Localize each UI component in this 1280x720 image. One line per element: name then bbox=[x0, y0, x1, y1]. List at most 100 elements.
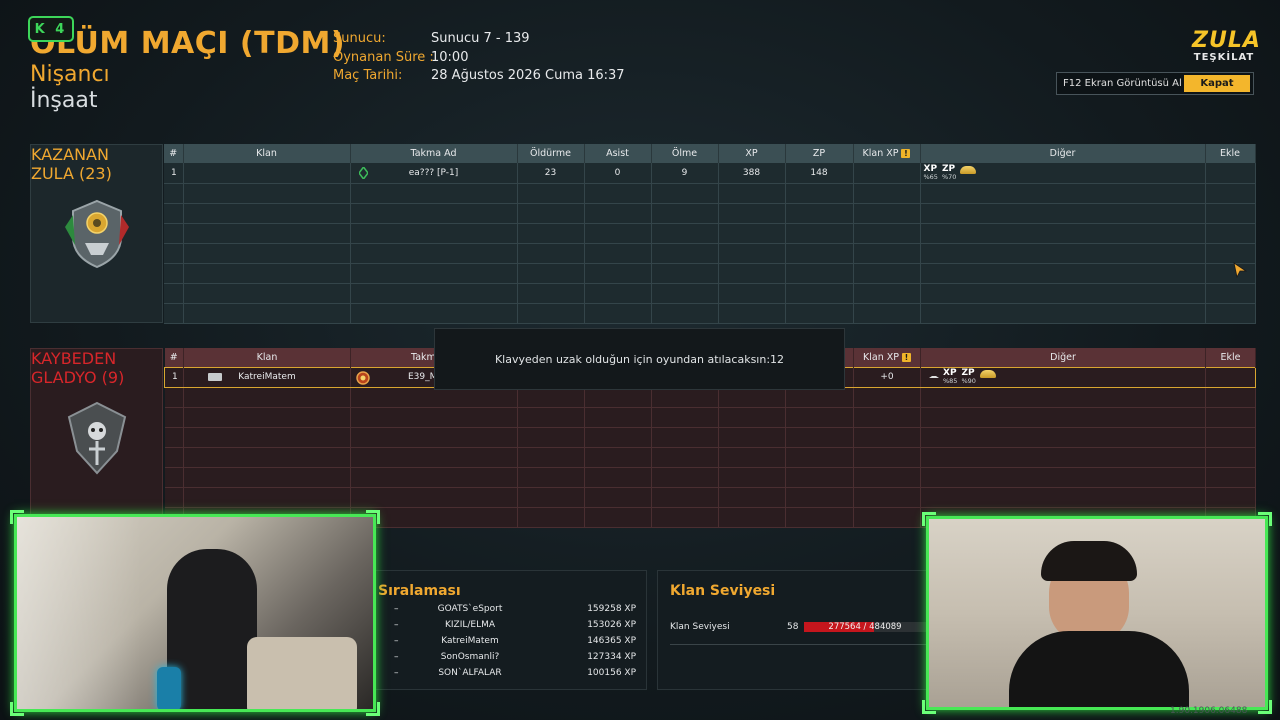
clan-level-number: 58 bbox=[787, 622, 799, 632]
vip-wings-icon bbox=[960, 165, 977, 174]
row-add[interactable] bbox=[1205, 163, 1256, 184]
col-kills: Öldürme bbox=[517, 144, 585, 163]
list-item: – SON`ALFALAR 100156 XP bbox=[380, 668, 636, 684]
table-row bbox=[164, 303, 1256, 324]
row-zp: 148 bbox=[785, 163, 854, 184]
xp-boost-pct: %85 bbox=[943, 377, 958, 385]
zp-boost: ZP %90 bbox=[961, 369, 976, 386]
row-add[interactable] bbox=[1205, 366, 1256, 388]
xp-boost: XP %85 bbox=[943, 369, 958, 386]
row-rank: 1 bbox=[164, 366, 184, 388]
col-rank: # bbox=[164, 348, 184, 367]
loser-team-card: KAYBEDEN GLADYO (9) bbox=[30, 348, 163, 528]
table-row[interactable]: 1 ea??? [P-1] 23 0 9 388 148 XP %65 ZP %70 bbox=[164, 163, 1256, 184]
col-add: Ekle bbox=[1205, 348, 1256, 367]
clan-level-progress-text: 277564 / 484089 bbox=[828, 622, 902, 632]
row-clan-xp bbox=[853, 163, 921, 184]
loser-team-name: GLADYO (9) bbox=[31, 368, 125, 387]
col-nickname: Takma Ad bbox=[350, 144, 518, 163]
winner-team-card: KAZANAN ZULA (23) bbox=[30, 144, 163, 323]
rank-clan-xp: 100156 XP bbox=[587, 668, 636, 678]
col-assists: Asist bbox=[584, 144, 652, 163]
rank-clan-xp: 159258 XP bbox=[587, 604, 636, 614]
rank-clan-name: KatreiMatem bbox=[441, 636, 499, 646]
rank-clan-name: SonOsmanli? bbox=[440, 652, 500, 662]
date-value: 28 Ağustos 2026 Cuma 16:37 bbox=[431, 68, 625, 83]
rank-position: – bbox=[394, 620, 399, 630]
col-add: Ekle bbox=[1205, 144, 1256, 163]
rank-clan-xp: 127334 XP bbox=[587, 652, 636, 662]
winner-scoreboard: # Klan Takma Ad Öldürme Asist Ölme XP ZP… bbox=[164, 144, 1256, 324]
row-clan-cell: KatreiMatem bbox=[183, 366, 351, 388]
rank-chevron-icon bbox=[357, 165, 369, 182]
col-clan-xp: Klan XP! bbox=[853, 348, 921, 367]
loser-emblem-icon bbox=[63, 401, 131, 475]
afk-warning-dialog: Klavyeden uzak olduğun için oyundan atıl… bbox=[434, 328, 845, 390]
col-clan-xp-label: Klan XP bbox=[863, 351, 899, 363]
speaker-icon bbox=[157, 667, 181, 709]
list-item: – GOATS`eSport 159258 XP bbox=[380, 604, 636, 620]
date-label: Maç Tarihi: bbox=[333, 68, 403, 83]
warning-icon[interactable]: ! bbox=[901, 352, 911, 362]
close-button[interactable]: Kapat bbox=[1184, 75, 1250, 92]
webcam-left bbox=[14, 514, 376, 712]
winner-team-name: ZULA (23) bbox=[31, 164, 112, 183]
screenshot-hint: F12 Ekran Görüntüsü Al bbox=[1063, 78, 1182, 89]
table-row bbox=[164, 243, 1256, 264]
row-kills: 23 bbox=[517, 163, 585, 184]
boost-badges: XP %85 ZP %90 bbox=[929, 369, 996, 385]
table-row bbox=[164, 203, 1256, 224]
col-rank: # bbox=[164, 144, 184, 163]
screenshot-bar: F12 Ekran Görüntüsü Al Kapat bbox=[1056, 72, 1254, 95]
duration-label: Oynanan Süre : bbox=[333, 50, 434, 65]
list-item: – KatreiMatem 146365 XP bbox=[380, 636, 636, 652]
mode-title: ÖLÜM MAÇI (TDM) bbox=[30, 26, 346, 61]
bank-icon bbox=[929, 370, 939, 378]
rank-clan-name: GOATS`eSport bbox=[437, 604, 503, 614]
table-row bbox=[164, 183, 1256, 204]
row-other: XP %85 ZP %90 bbox=[920, 366, 1206, 388]
list-item: – KIZIL/ELMA 153026 XP bbox=[380, 620, 636, 636]
winner-emblem-icon bbox=[63, 197, 131, 271]
duration-value: 10:00 bbox=[431, 50, 469, 65]
col-other: Diğer bbox=[920, 144, 1206, 163]
boost-badges: XP %65 ZP %70 bbox=[924, 164, 977, 181]
warning-icon[interactable]: ! bbox=[901, 149, 911, 158]
col-clan: Klan bbox=[183, 144, 351, 163]
logo-line1: ZULA bbox=[1192, 28, 1261, 53]
winner-header-row: # Klan Takma Ad Öldürme Asist Ölme XP ZP… bbox=[164, 144, 1256, 163]
winner-status: KAZANAN bbox=[31, 145, 109, 164]
table-row bbox=[164, 387, 1256, 408]
row-deaths: 9 bbox=[651, 163, 719, 184]
row-clan bbox=[183, 163, 351, 184]
rank-position: – bbox=[394, 652, 399, 662]
xp-boost: XP %65 bbox=[924, 164, 938, 181]
table-row bbox=[164, 487, 1256, 508]
vip-wings-icon bbox=[979, 370, 996, 378]
version-text: 1.90.1906.06488 bbox=[1170, 706, 1248, 716]
clan-level-title: Klan Seviyesi bbox=[670, 583, 776, 599]
zp-boost-pct: %90 bbox=[961, 377, 976, 385]
server-label: Sunucu: bbox=[333, 31, 386, 46]
logo-line2: TEŞKİLAT bbox=[1193, 52, 1255, 63]
map-name: İnşaat bbox=[30, 88, 98, 113]
row-nickname-cell[interactable]: ea??? [P-1] bbox=[350, 163, 518, 184]
afk-warning-text: Klavyeden uzak olduğun için oyundan atıl… bbox=[494, 352, 785, 366]
rank-clan-name: SON`ALFALAR bbox=[438, 668, 502, 678]
table-row bbox=[164, 283, 1256, 304]
row-clan: KatreiMatem bbox=[238, 372, 296, 382]
row-assists: 0 bbox=[584, 163, 652, 184]
row-clan-xp: +0 bbox=[853, 366, 921, 388]
table-row bbox=[164, 467, 1256, 488]
loser-status: KAYBEDEN bbox=[31, 349, 117, 368]
table-row bbox=[164, 407, 1256, 428]
clan-level-label: Klan Seviyesi bbox=[670, 622, 730, 632]
zp-boost-pct: %70 bbox=[941, 172, 957, 181]
col-zp: ZP bbox=[785, 144, 854, 163]
row-other: XP %65 ZP %70 bbox=[920, 163, 1206, 184]
rank-clan-name: KIZIL/ELMA bbox=[444, 620, 496, 630]
table-row bbox=[164, 427, 1256, 448]
col-deaths: Ölme bbox=[651, 144, 719, 163]
row-nickname: E39_M bbox=[408, 372, 438, 382]
clan-ranking-title: Sıralaması bbox=[378, 583, 461, 599]
